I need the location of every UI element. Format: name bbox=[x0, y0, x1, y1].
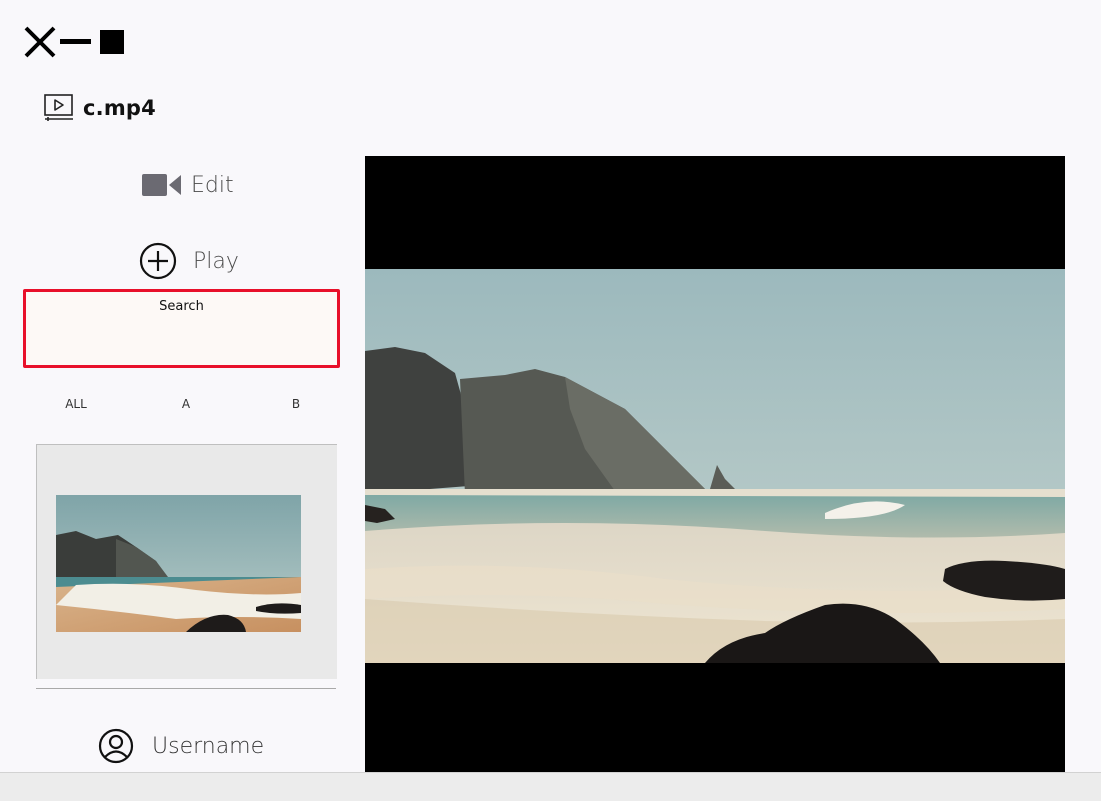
window-controls bbox=[22, 26, 130, 58]
sidebar-divider bbox=[36, 688, 336, 689]
filter-all[interactable]: ALL bbox=[65, 397, 87, 411]
clip-list-panel bbox=[36, 444, 337, 679]
video-player[interactable] bbox=[365, 156, 1065, 773]
user-button[interactable]: Username bbox=[98, 728, 264, 764]
filter-a[interactable]: A bbox=[182, 397, 190, 411]
search-input[interactable] bbox=[26, 292, 337, 365]
filter-b[interactable]: B bbox=[292, 397, 300, 411]
maximize-button[interactable] bbox=[94, 26, 130, 58]
beach-video-frame bbox=[365, 269, 1065, 663]
beach-thumbnail-image bbox=[56, 495, 301, 632]
search-box bbox=[23, 289, 340, 368]
minimize-icon bbox=[60, 39, 91, 44]
user-circle-icon bbox=[98, 728, 134, 764]
video-file-icon bbox=[44, 94, 73, 121]
plus-circle-icon bbox=[139, 242, 177, 280]
filter-tabs: ALL A B bbox=[36, 397, 336, 413]
play-label: Play bbox=[193, 248, 239, 274]
play-button[interactable]: Play bbox=[139, 242, 239, 280]
video-camera-icon bbox=[142, 174, 181, 196]
close-button[interactable] bbox=[22, 26, 58, 58]
minimize-button[interactable] bbox=[58, 26, 94, 58]
status-bar bbox=[0, 772, 1101, 801]
clip-thumbnail[interactable] bbox=[56, 495, 301, 632]
maximize-icon bbox=[100, 30, 124, 54]
username-label: Username bbox=[152, 733, 265, 759]
close-icon bbox=[24, 26, 56, 58]
file-name: c.mp4 bbox=[83, 96, 156, 120]
edit-label: Edit bbox=[191, 172, 234, 198]
edit-button[interactable]: Edit bbox=[141, 172, 234, 198]
file-title: c.mp4 bbox=[44, 94, 156, 122]
